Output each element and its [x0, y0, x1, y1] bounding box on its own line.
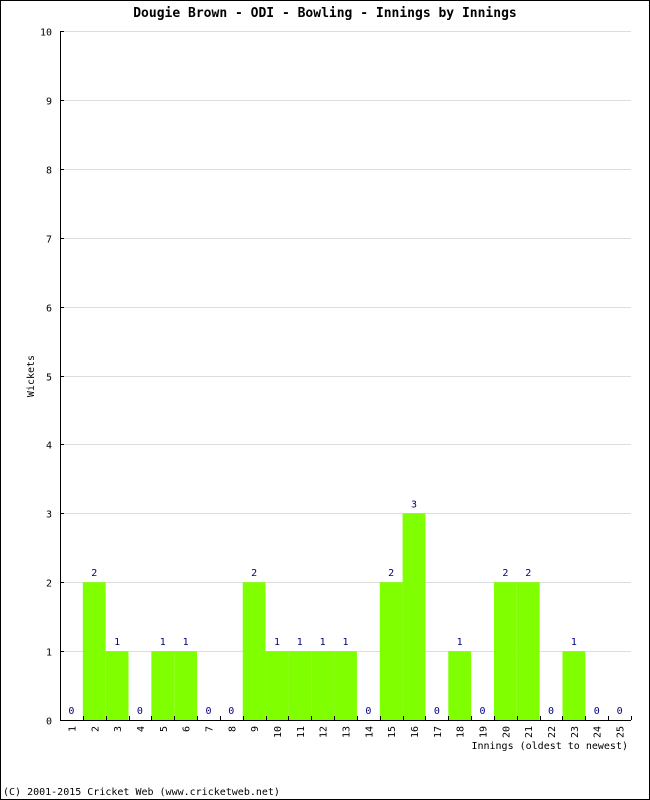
- data-label: 1: [160, 637, 166, 648]
- y-tick-labels: 0 1 2 3 4 5 6 7 8 9 10: [40, 28, 52, 728]
- data-label: 1: [297, 637, 303, 648]
- x-tick-label: 8: [227, 726, 238, 732]
- x-tick-label: 7: [204, 726, 215, 732]
- bar: [311, 651, 335, 720]
- x-tick-label: 17: [433, 726, 444, 738]
- data-label: 3: [411, 499, 417, 510]
- x-axis-label: Innings (oldest to newest): [471, 741, 628, 752]
- data-label: 1: [274, 637, 280, 648]
- x-tick-label: 9: [250, 726, 261, 732]
- data-label: 0: [205, 706, 211, 717]
- bar: [448, 651, 472, 720]
- data-label: 0: [617, 706, 623, 717]
- data-label: 1: [571, 637, 577, 648]
- y-axis-label: Wickets: [26, 355, 37, 397]
- data-label: 1: [342, 637, 348, 648]
- x-tick-label: 22: [547, 726, 558, 738]
- bar: [105, 651, 129, 720]
- y-tick-label: 1: [46, 648, 52, 659]
- y-tick-label: 7: [46, 235, 52, 246]
- x-tick-label: 14: [364, 726, 375, 738]
- data-label: 2: [251, 568, 257, 579]
- data-label: 1: [183, 637, 189, 648]
- x-tick-label: 12: [319, 726, 330, 738]
- data-label: 0: [480, 706, 486, 717]
- bar-chart: Dougie Brown - ODI - Bowling - Innings b…: [3, 6, 632, 798]
- x-tick-label: 15: [387, 726, 398, 738]
- bar: [242, 582, 266, 720]
- x-tick-label: 11: [296, 726, 307, 738]
- y-tick-label: 5: [46, 373, 52, 384]
- y-tick-label: 10: [40, 28, 52, 39]
- axes: [60, 31, 632, 721]
- x-tick-label: 13: [342, 726, 353, 738]
- copyright-footer: (C) 2001-2015 Cricket Web (www.cricketwe…: [3, 787, 280, 798]
- data-label: 2: [525, 568, 531, 579]
- y-tick-label: 8: [46, 166, 52, 177]
- x-tick-label: 2: [90, 726, 101, 732]
- x-tick-labels: 1 2 3 4 5 6 7 8 9 10 11 12 13 14 15 16 17 18 19 20 21 22 23 24 2…: [67, 726, 626, 738]
- bar: [334, 651, 357, 720]
- x-tick-label: 18: [456, 726, 467, 738]
- data-label: 1: [114, 637, 120, 648]
- x-tick-label: 24: [593, 726, 604, 738]
- data-label: 0: [434, 706, 440, 717]
- x-tick-label: 6: [182, 726, 193, 732]
- bar: [562, 651, 586, 720]
- x-tick-label: 19: [479, 726, 490, 738]
- data-label: 1: [457, 637, 463, 648]
- x-tick-label: 23: [570, 726, 581, 738]
- y-tick-label: 2: [46, 579, 52, 590]
- x-tick-label: 20: [501, 726, 512, 738]
- data-label: 2: [502, 568, 508, 579]
- data-label: 0: [228, 706, 234, 717]
- bar: [265, 651, 289, 720]
- data-label: 0: [548, 706, 554, 717]
- data-label: 0: [68, 706, 74, 717]
- x-tick-label: 25: [616, 726, 627, 738]
- data-label: 0: [594, 706, 600, 717]
- bar: [174, 651, 198, 720]
- x-tick-label: 5: [159, 726, 170, 732]
- x-tick-label: 3: [113, 726, 124, 732]
- bar: [288, 651, 312, 720]
- y-tick-label: 6: [46, 304, 52, 315]
- bar: [493, 582, 517, 720]
- data-label: 0: [365, 706, 371, 717]
- bar: [379, 582, 403, 720]
- bar: [82, 582, 106, 720]
- y-tick-label: 9: [46, 97, 52, 108]
- data-label: 2: [91, 568, 97, 579]
- x-tick-label: 4: [136, 726, 147, 732]
- bar: [516, 582, 540, 720]
- gridlines: [60, 31, 631, 652]
- bar: [402, 513, 426, 720]
- x-tick-label: 16: [410, 726, 421, 738]
- x-tick-label: 1: [67, 726, 78, 732]
- bars: [82, 513, 586, 720]
- bar: [151, 651, 175, 720]
- data-label: 2: [388, 568, 394, 579]
- y-tick-label: 4: [46, 441, 52, 452]
- data-label: 1: [320, 637, 326, 648]
- y-tick-label: 3: [46, 510, 52, 521]
- data-label: 0: [137, 706, 143, 717]
- y-tick-label: 0: [46, 717, 52, 728]
- x-tick-label: 10: [273, 726, 284, 738]
- chart-title: Dougie Brown - ODI - Bowling - Innings b…: [133, 6, 517, 21]
- x-tick-label: 21: [524, 726, 535, 738]
